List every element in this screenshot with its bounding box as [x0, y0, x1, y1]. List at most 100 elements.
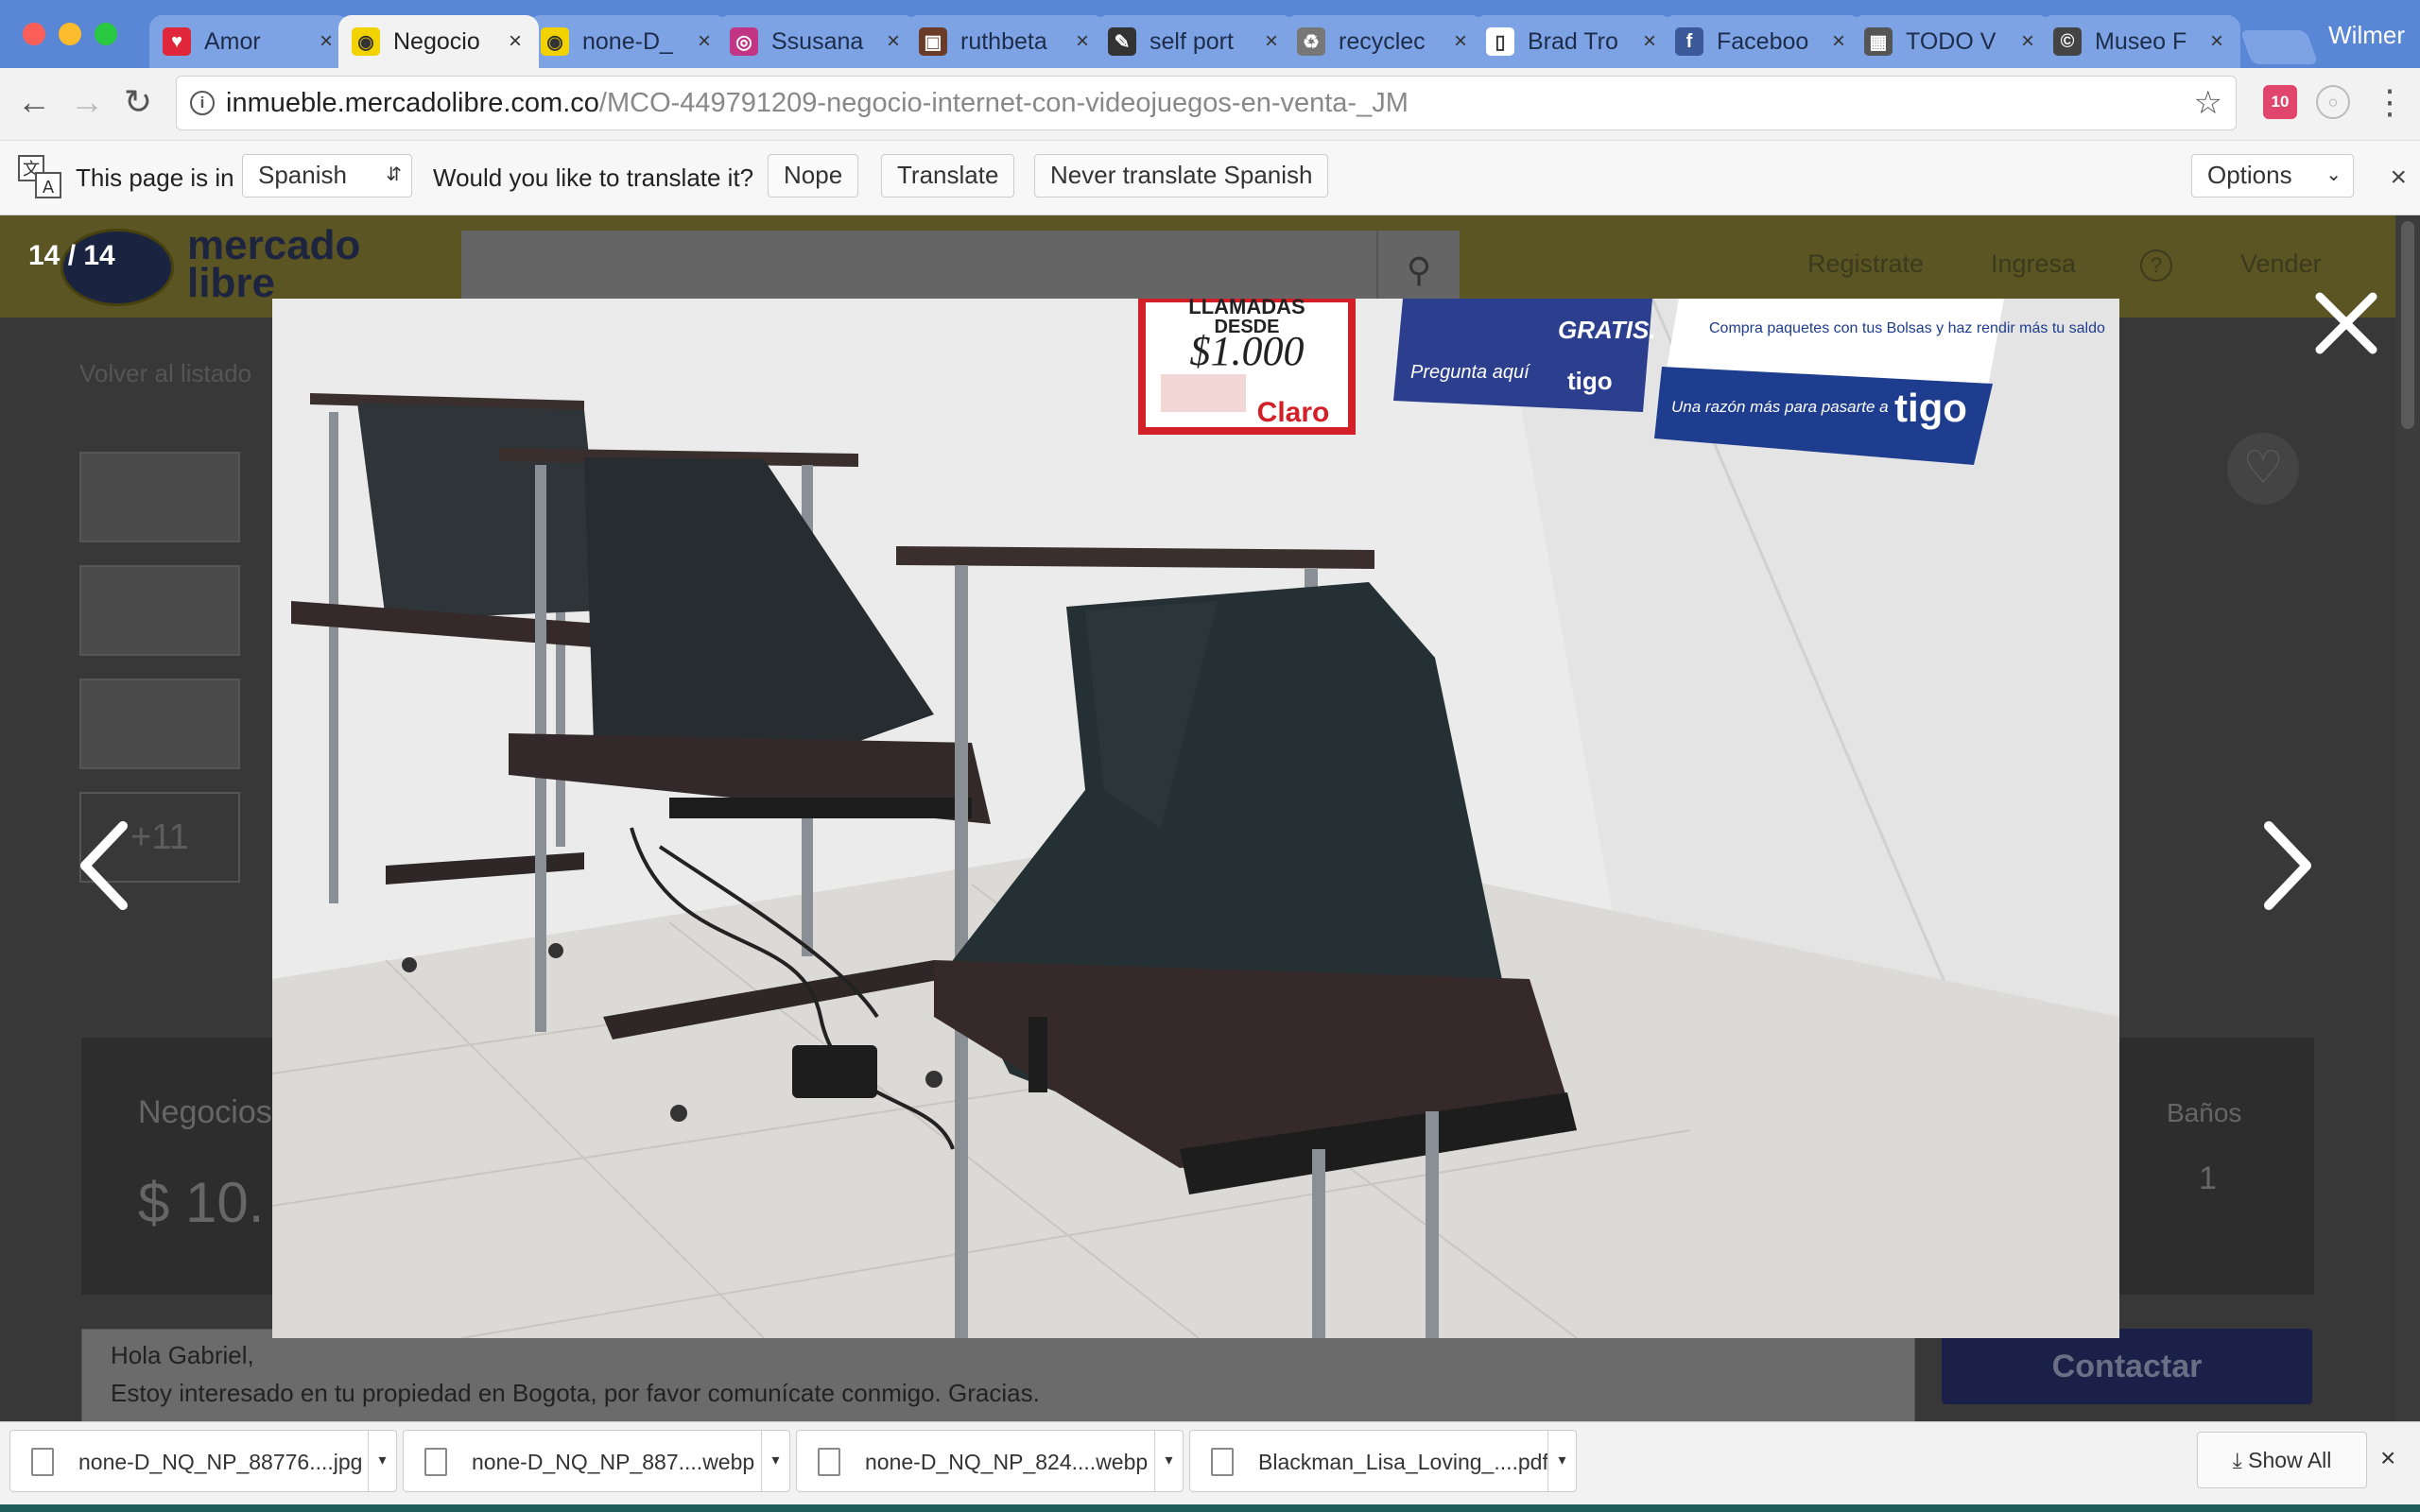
nope-button[interactable]: Nope	[768, 154, 859, 198]
options-dropdown[interactable]: Options ⌄	[2191, 154, 2354, 198]
next-photo-arrow-icon[interactable]	[2259, 820, 2316, 911]
desktop-edge	[0, 1504, 2420, 1512]
profile-name[interactable]: Wilmer	[2328, 21, 2405, 50]
download-item[interactable]: none-D_NQ_NP_824....webp ▾	[796, 1430, 1184, 1492]
close-shelf-button[interactable]: ×	[2380, 1443, 2395, 1473]
sell-link[interactable]: Vender	[2240, 249, 2322, 279]
chrome-menu-icon[interactable]: ⋮	[2373, 83, 2407, 121]
address-bar[interactable]: i inmueble.mercadolibre.com.co/MCO-44979…	[176, 76, 2237, 130]
tab-close-icon[interactable]: ×	[1450, 28, 1471, 55]
language-value: Spanish	[258, 161, 347, 189]
copyright-icon: ©	[2053, 27, 2082, 56]
reload-icon[interactable]: ↻	[117, 81, 159, 123]
show-all-downloads-button[interactable]: ⤓ Show All	[2197, 1432, 2367, 1488]
translate-bar-close-button[interactable]: ×	[2390, 162, 2407, 194]
new-tab-button[interactable]	[2239, 30, 2319, 64]
gallery-thumbnail[interactable]	[79, 565, 240, 656]
tab-title: Negocio	[393, 27, 480, 55]
tab-6[interactable]: ✎ self port ×	[1095, 15, 1295, 68]
login-link[interactable]: Ingresa	[1991, 249, 2076, 279]
download-arrow-icon: ⤓	[2232, 1448, 2242, 1472]
instagram-icon: ◎	[730, 27, 758, 56]
back-to-list-link[interactable]: Volver al listado	[79, 359, 251, 388]
download-filename: Blackman_Lisa_Loving_....pdf	[1258, 1450, 1548, 1474]
bathrooms-label: Baños	[2167, 1098, 2242, 1127]
tab-1[interactable]: ♥ Amor ×	[149, 15, 350, 68]
download-item[interactable]: Blackman_Lisa_Loving_....pdf ▾	[1189, 1430, 1577, 1492]
poster-line1: LLAMADAS	[1188, 299, 1305, 318]
file-icon	[818, 1448, 840, 1476]
site-info-icon[interactable]: i	[190, 91, 215, 115]
select-updown-icon: ⇵	[386, 164, 402, 185]
tab-close-icon[interactable]: ×	[1639, 28, 1660, 55]
language-select[interactable]: Spanish ⇵	[242, 154, 412, 198]
tab-title: Ssusana	[771, 27, 864, 55]
tab-title: ruthbeta	[960, 27, 1047, 55]
download-menu-caret-icon[interactable]: ▾	[1547, 1431, 1576, 1491]
tab-5[interactable]: ▣ ruthbeta ×	[906, 15, 1106, 68]
tab-9[interactable]: f Faceboo ×	[1662, 15, 1862, 68]
tab-8[interactable]: ▯ Brad Tro ×	[1473, 15, 1673, 68]
tab-close-icon[interactable]: ×	[505, 28, 526, 55]
minimize-window-button[interactable]	[59, 23, 81, 45]
scrollbar-thumb[interactable]	[2401, 221, 2414, 429]
register-link[interactable]: Registrate	[1807, 249, 1924, 279]
tab-10[interactable]: ▦ TODO V ×	[1851, 15, 2051, 68]
photo-internet-cafe-desks: LLAMADAS DESDE $1.000 Claro GRATIS. Preg…	[272, 299, 2119, 1338]
tab-2[interactable]: ◉ Negocio ×	[338, 15, 539, 68]
tab-strip: ♥ Amor × ◉ Negocio × ◉ none-D_ × ◎ Ssusana × ▣ ruthbe…	[0, 0, 2420, 68]
previous-photo-arrow-icon[interactable]	[76, 820, 132, 911]
claro-logo: Claro	[1257, 397, 1330, 428]
contact-button[interactable]: Contactar	[1942, 1329, 2312, 1404]
tab-close-icon[interactable]: ×	[694, 28, 715, 55]
bookmark-star-icon[interactable]: ☆	[2194, 77, 2222, 129]
message-line-2: Estoy interesado en tu propiedad en Bogo…	[111, 1379, 1040, 1407]
favorite-heart-icon[interactable]: ♡	[2227, 433, 2299, 505]
mercadolibre-icon: ◉	[352, 27, 380, 56]
translate-button[interactable]: Translate	[881, 154, 1015, 198]
art-icon: ✎	[1108, 27, 1136, 56]
close-window-button[interactable]	[23, 23, 45, 45]
extension-icon[interactable]: ○	[2316, 85, 2350, 119]
forward-arrow-icon[interactable]: →	[66, 81, 108, 123]
tab-11[interactable]: © Museo F ×	[2040, 15, 2240, 68]
close-lightbox-icon[interactable]	[2312, 289, 2380, 357]
photo-icon: ▣	[919, 27, 947, 56]
page-scrollbar[interactable]	[2395, 215, 2420, 1421]
tab-4[interactable]: ◎ Ssusana ×	[717, 15, 917, 68]
poster-gratis: GRATIS.	[1558, 316, 1656, 344]
tab-title: recyclec	[1339, 27, 1426, 55]
download-menu-caret-icon[interactable]: ▾	[1154, 1431, 1183, 1491]
download-menu-caret-icon[interactable]: ▾	[368, 1431, 396, 1491]
help-icon[interactable]: ?	[2140, 249, 2172, 282]
contact-message-field[interactable]: Hola Gabriel, Estoy interesado en tu pro…	[81, 1329, 1915, 1421]
tab-3[interactable]: ◉ none-D_ ×	[527, 15, 728, 68]
tab-title: Museo F	[2095, 27, 2187, 55]
translate-bar: 文 A This page is in Spanish ⇵ Would you …	[0, 140, 2420, 215]
show-all-label: Show All	[2248, 1448, 2332, 1472]
gallery-thumbnail[interactable]	[79, 679, 240, 769]
tab-close-icon[interactable]: ×	[1072, 28, 1093, 55]
download-item[interactable]: none-D_NQ_NP_887....webp ▾	[403, 1430, 790, 1492]
tab-close-icon[interactable]: ×	[1261, 28, 1282, 55]
tab-close-icon[interactable]: ×	[1828, 28, 1849, 55]
document-icon: ▯	[1486, 27, 1514, 56]
tab-7[interactable]: ♻ recyclec ×	[1284, 15, 1484, 68]
tab-close-icon[interactable]: ×	[2206, 28, 2227, 55]
mercadolibre-logo-text: mercado libre	[187, 222, 361, 306]
download-filename: none-D_NQ_NP_887....webp	[472, 1450, 755, 1474]
tab-close-icon[interactable]: ×	[2017, 28, 2038, 55]
tab-title: TODO V	[1906, 27, 1996, 55]
back-arrow-icon[interactable]: ←	[13, 81, 55, 123]
never-translate-button[interactable]: Never translate Spanish	[1034, 154, 1329, 198]
download-menu-caret-icon[interactable]: ▾	[761, 1431, 789, 1491]
download-filename: none-D_NQ_NP_824....webp	[865, 1450, 1149, 1474]
gallery-thumbnail[interactable]	[79, 452, 240, 542]
extension-badge-icon[interactable]: 10	[2263, 85, 2297, 119]
listing-price: $ 10.	[138, 1171, 265, 1234]
maximize-window-button[interactable]	[95, 23, 117, 45]
message-line-1: Hola Gabriel,	[111, 1341, 254, 1369]
download-item[interactable]: none-D_NQ_NP_88776....jpg ▾	[9, 1430, 397, 1492]
tab-close-icon[interactable]: ×	[883, 28, 904, 55]
tab-close-icon[interactable]: ×	[316, 28, 337, 55]
